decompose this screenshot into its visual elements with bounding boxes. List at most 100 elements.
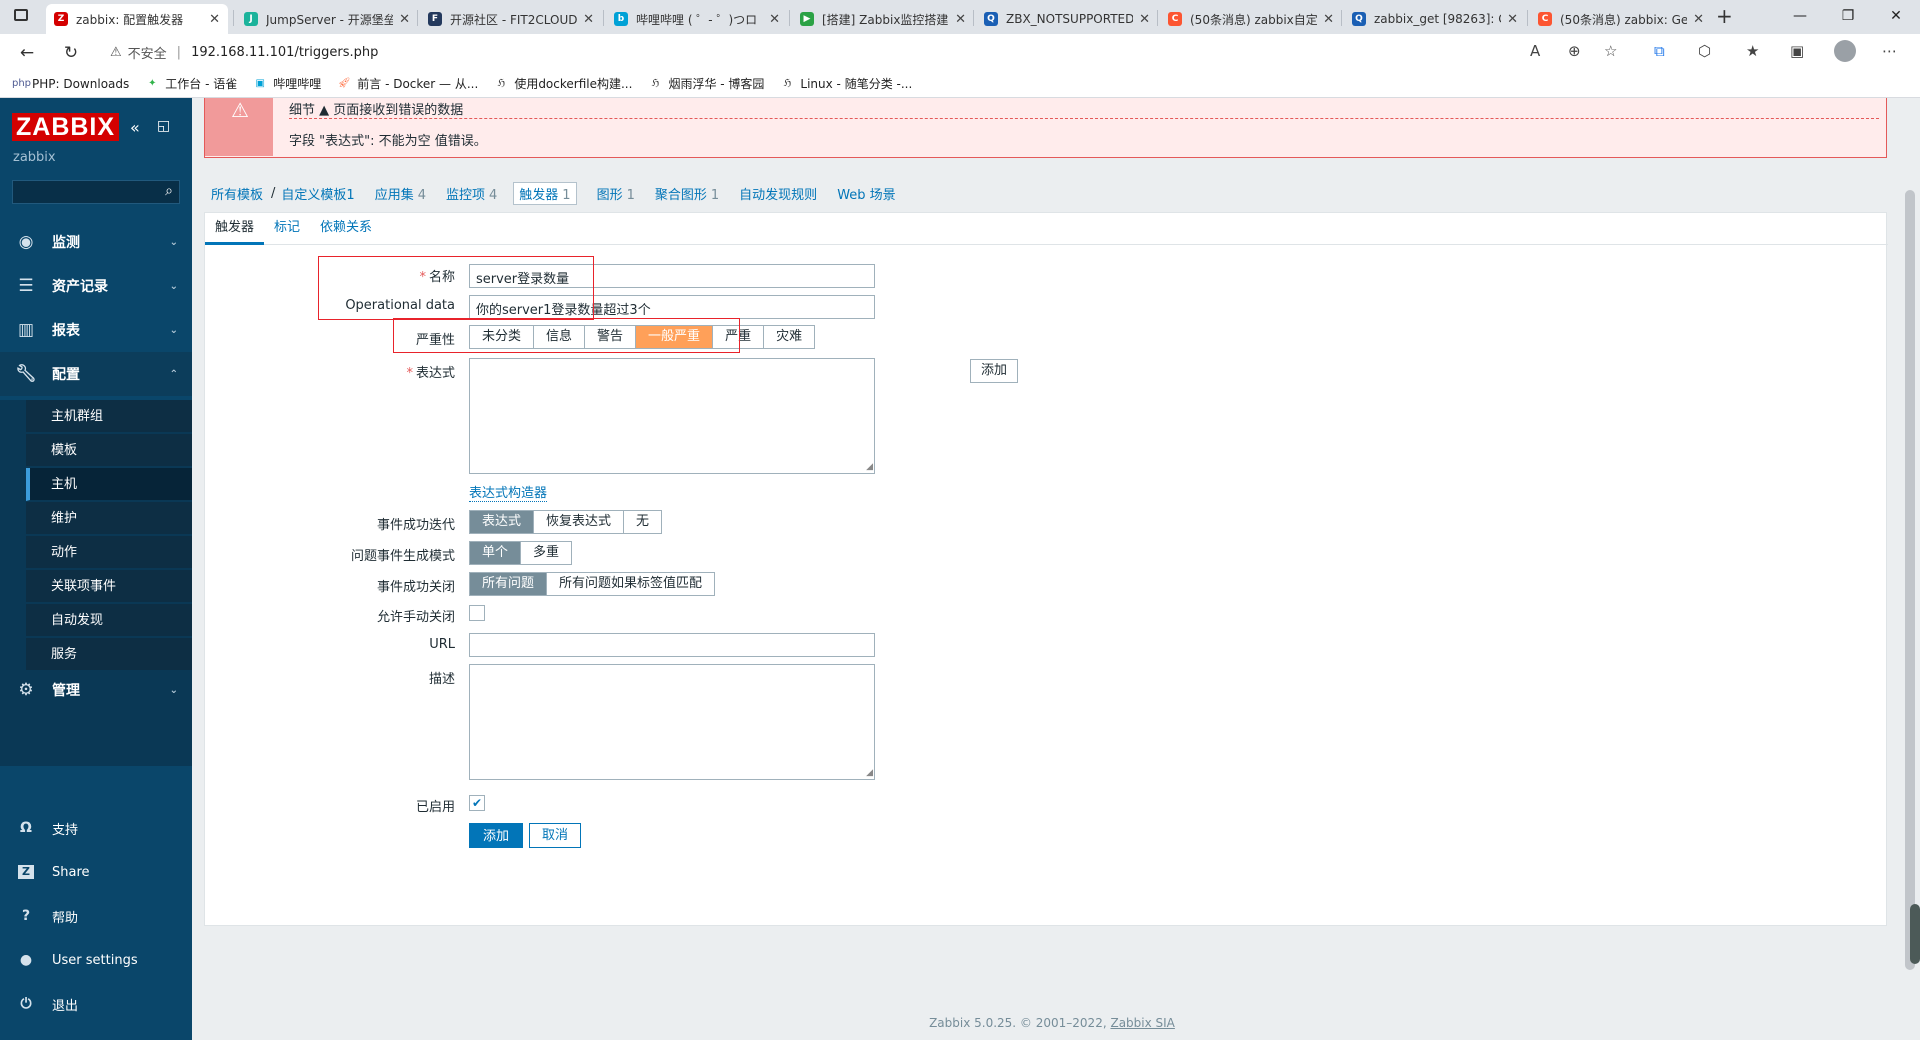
browser-tab[interactable]: Zzabbix: 配置触发器 ✕ xyxy=(46,4,228,34)
crumb-web-scenarios[interactable]: Web 场景 xyxy=(837,184,895,203)
read-aloud-icon[interactable]: A xyxy=(1530,42,1540,60)
crumb-graphs[interactable]: 图形 1 xyxy=(597,184,635,203)
menu-inventory[interactable]: ☰ 资产记录 ⌄ xyxy=(0,264,192,308)
submenu-discovery[interactable]: 自动发现 xyxy=(26,604,192,637)
menu-user-settings[interactable]: ● User settings xyxy=(0,940,192,980)
crumb-all-templates[interactable]: 所有模板 xyxy=(211,184,263,203)
severity-disaster[interactable]: 灾难 xyxy=(764,326,814,348)
menu-share[interactable]: Z Share xyxy=(0,852,192,892)
minimize-icon[interactable]: — xyxy=(1776,0,1824,32)
browser-tab[interactable]: Qzabbix_get [98263]: Ge ✕ xyxy=(1344,4,1526,34)
bookmark-item[interactable]: 🚀︎ 前言 - Docker — 从... xyxy=(337,75,478,92)
browser-tab[interactable]: C (50条消息) zabbix: Ge ✕ xyxy=(1530,4,1712,34)
crumb-triggers[interactable]: 触发器 1 xyxy=(513,182,577,205)
ok-closes-tag-match[interactable]: 所有问题如果标签值匹配 xyxy=(547,573,714,595)
back-icon[interactable]: ← xyxy=(14,40,40,66)
description-textarea[interactable]: ◢ xyxy=(469,664,875,780)
favorites-icon[interactable]: ★ xyxy=(1746,42,1759,60)
profile-avatar[interactable] xyxy=(1834,40,1856,62)
crumb-screens[interactable]: 聚合图形 1 xyxy=(655,184,719,203)
browser-tab[interactable]: J JumpServer - 开源堡垒机 ✕ xyxy=(236,4,418,34)
menu-configuration[interactable]: 🔧︎ 配置 ⌃ xyxy=(0,352,192,396)
tab-dependencies[interactable]: 依赖关系 xyxy=(310,213,382,245)
bookmark-item[interactable]: ℌ 烟雨浮华 - 博客园 xyxy=(648,75,765,92)
bookmark-item[interactable]: ✦ 工作台 - 语雀 xyxy=(145,75,237,92)
manual-close-checkbox[interactable] xyxy=(469,605,485,621)
menu-administration[interactable]: ⚙ 管理 ⌄ xyxy=(0,668,192,712)
restore-icon[interactable]: ❐ xyxy=(1824,0,1872,32)
zoom-icon[interactable]: ⊕ xyxy=(1568,42,1581,60)
menu-support[interactable]: Ω 支持 xyxy=(0,808,192,848)
favorite-add-icon[interactable]: ☆ xyxy=(1604,42,1617,60)
tab-tags[interactable]: 标记 xyxy=(264,213,310,245)
error-title[interactable]: 细节 ▲ 页面接收到错误的数据 xyxy=(289,99,463,118)
submenu-hosts[interactable]: 主机 xyxy=(26,468,192,501)
submenu-maintenance[interactable]: 维护 xyxy=(26,502,192,535)
search-icon[interactable]: ⌕ xyxy=(165,183,173,199)
bookmark-item[interactable]: ℌ 使用dockerfile构建... xyxy=(494,75,633,92)
crumb-discovery-rules[interactable]: 自动发现规则 xyxy=(739,184,817,203)
more-icon[interactable]: ⋯ xyxy=(1882,42,1897,60)
menu-help[interactable]: ? 帮助 xyxy=(0,896,192,936)
close-tab-icon[interactable]: ✕ xyxy=(955,12,966,27)
scrollbar-thumb[interactable] xyxy=(1905,190,1915,970)
tab-actions-icon[interactable] xyxy=(14,9,28,21)
browser-tab[interactable]: C (50条消息) zabbix自定 ✕ xyxy=(1160,4,1342,34)
expression-textarea[interactable]: ◢ xyxy=(469,358,875,474)
submenu-services[interactable]: 服务 xyxy=(26,638,192,671)
expression-constructor-link[interactable]: 表达式构造器 xyxy=(469,482,548,502)
menu-reports[interactable]: ▥ 报表 ⌄ xyxy=(0,308,192,352)
ok-closes-all[interactable]: 所有问题 xyxy=(470,573,548,595)
ok-event-expression[interactable]: 表达式 xyxy=(470,511,535,533)
submenu-actions[interactable]: 动作 xyxy=(26,536,192,569)
expression-add-button[interactable]: 添加 xyxy=(970,359,1019,383)
close-tab-icon[interactable]: ✕ xyxy=(1323,12,1334,27)
ok-event-none[interactable]: 无 xyxy=(624,511,661,533)
close-tab-icon[interactable]: ✕ xyxy=(769,12,780,27)
browser-tab[interactable]: ▶ [搭建] Zabbix监控搭建 ✕ xyxy=(792,4,974,34)
close-tab-icon[interactable]: ✕ xyxy=(1139,12,1150,27)
reload-icon[interactable]: ↻ xyxy=(58,40,84,66)
submit-add-button[interactable]: 添加 xyxy=(469,823,524,848)
collapse-sidebar-icon[interactable]: « xyxy=(130,118,140,137)
crumb-applications[interactable]: 应用集 4 xyxy=(375,184,426,203)
submenu-templates[interactable]: 模板 xyxy=(26,434,192,467)
kiosk-mode-icon[interactable]: ◱ xyxy=(157,118,170,134)
submenu-event-correlation[interactable]: 关联项事件 xyxy=(26,570,192,603)
new-tab-button[interactable]: + xyxy=(1716,4,1733,28)
footer-link[interactable]: Zabbix SIA xyxy=(1110,1016,1174,1030)
close-tab-icon[interactable]: ✕ xyxy=(1507,12,1518,27)
enabled-checkbox[interactable]: ✔ xyxy=(469,795,485,811)
menu-sign-out[interactable]: ⏻ 退出 xyxy=(0,984,192,1024)
problem-mode-single[interactable]: 单个 xyxy=(470,542,522,564)
resize-grip-icon[interactable]: ◢ xyxy=(866,462,873,472)
resize-grip-icon[interactable]: ◢ xyxy=(866,768,873,778)
bookmark-item[interactable]: ℌ Linux - 随笔分类 -... xyxy=(780,75,913,92)
close-tab-icon[interactable]: ✕ xyxy=(583,12,594,27)
page-scrollbar[interactable] xyxy=(1900,98,1920,1040)
zabbix-logo[interactable]: ZABBIX xyxy=(12,113,120,141)
url-box[interactable]: ⚠ 不安全 | 192.168.11.101/triggers.php xyxy=(110,38,1640,66)
crumb-template[interactable]: 自定义模板1 xyxy=(281,184,354,203)
ok-event-recovery-expression[interactable]: 恢复表达式 xyxy=(534,511,625,533)
scroll-grabber[interactable] xyxy=(1910,904,1920,964)
cancel-button[interactable]: 取消 xyxy=(529,823,582,848)
close-tab-icon[interactable]: ✕ xyxy=(209,12,220,27)
tab-trigger[interactable]: 触发器 xyxy=(205,213,265,245)
close-window-icon[interactable]: ✕ xyxy=(1872,0,1920,32)
menu-monitoring[interactable]: ◉ 监测 ⌄ xyxy=(0,220,192,264)
browser-tab[interactable]: b 哔哩哔哩 ( ゜- ゜)つロ ✕ xyxy=(606,4,788,34)
bookmark-item[interactable]: php PHP: Downloads xyxy=(12,77,129,91)
browser-tab[interactable]: F 开源社区 - FIT2CLOUD ✕ xyxy=(420,4,602,34)
browser-tab[interactable]: Q ZBX_NOTSUPPORTED ✕ xyxy=(976,4,1158,34)
close-tab-icon[interactable]: ✕ xyxy=(1693,12,1704,27)
submenu-host-groups[interactable]: 主机群组 xyxy=(26,400,192,433)
sidebar-search-input[interactable]: ⌕ xyxy=(12,180,180,204)
crumb-items[interactable]: 监控项 4 xyxy=(446,184,497,203)
close-tab-icon[interactable]: ✕ xyxy=(399,12,410,27)
problem-mode-multiple[interactable]: 多重 xyxy=(521,542,571,564)
collections-icon[interactable]: ▣ xyxy=(1790,42,1804,60)
translate-icon[interactable]: ⧉ xyxy=(1654,42,1665,60)
extensions-icon[interactable]: ⬡ xyxy=(1698,42,1711,60)
bookmark-item[interactable]: ▣ 哔哩哔哩 xyxy=(253,75,322,92)
